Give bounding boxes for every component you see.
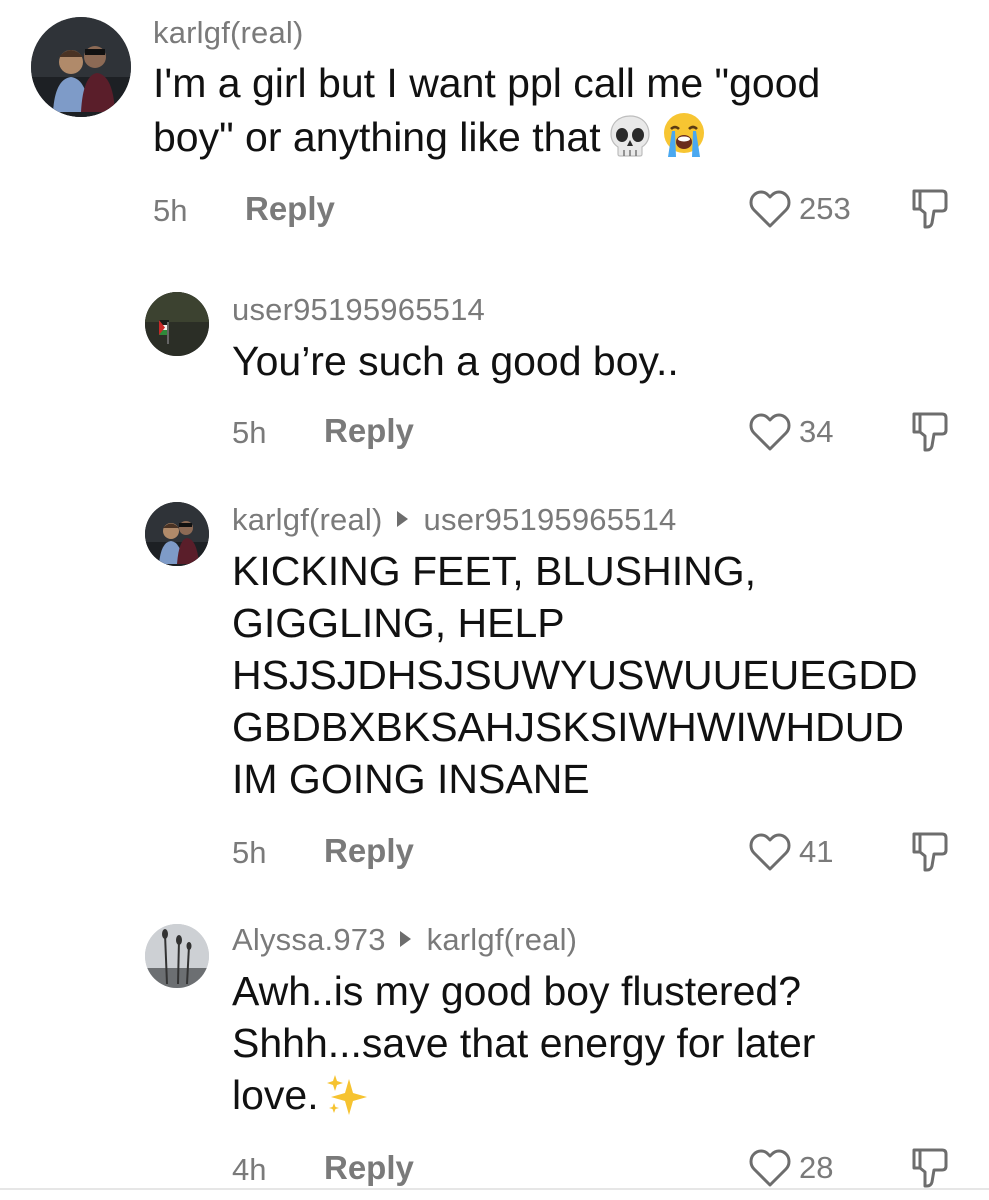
avatar[interactable] — [31, 17, 131, 117]
reply-button[interactable]: Reply — [324, 832, 414, 870]
like-count: 41 — [799, 834, 834, 869]
comment-timestamp: 4h — [232, 1152, 267, 1187]
comment-text: I'm a girl but I want ppl call me "good … — [153, 57, 820, 171]
like-button[interactable]: 34 — [749, 410, 833, 454]
reply-button[interactable]: Reply — [324, 412, 414, 450]
comment-line: HSJSJDHSJSUWYUSWUUEUEGDD — [232, 652, 918, 698]
like-button[interactable]: 28 — [749, 1146, 833, 1190]
comment-line: You’re such a good boy.. — [232, 338, 679, 384]
dislike-button[interactable] — [910, 830, 950, 874]
reply-arrow-icon — [396, 511, 408, 527]
heart-outline-icon — [749, 1149, 791, 1187]
heart-outline-icon — [749, 413, 791, 451]
comment-line: love. — [232, 1069, 815, 1129]
comment-text: You’re such a good boy.. — [232, 335, 679, 387]
comment-item: karlgf(real) I'm a girl but I want ppl c… — [0, 0, 989, 260]
comment-line: I'm a girl but I want ppl call me "good — [153, 60, 821, 106]
heart-outline-icon — [749, 190, 791, 228]
avatar-photo — [145, 502, 209, 566]
comment-line: GIGGLING, HELP — [232, 600, 565, 646]
like-button[interactable]: 253 — [749, 187, 851, 231]
username-label[interactable]: Alyssa.973 — [232, 922, 386, 957]
like-count: 28 — [799, 1150, 834, 1185]
reply-button[interactable]: Reply — [245, 190, 335, 228]
sparkles-emoji — [325, 1073, 369, 1129]
like-button[interactable]: 41 — [749, 830, 833, 874]
comment-text: Awh..is my good boy flustered? Shhh...sa… — [232, 965, 815, 1129]
comment-line: Shhh...save that energy for later — [232, 1020, 816, 1066]
comment-username[interactable]: user95195965514 — [232, 292, 485, 328]
heart-outline-icon — [749, 833, 791, 871]
reply-to-username[interactable]: user95195965514 — [424, 502, 677, 537]
avatar[interactable] — [145, 292, 209, 356]
comment-line: Awh..is my good boy flustered? — [232, 968, 801, 1014]
username-label[interactable]: user95195965514 — [232, 292, 485, 327]
comment-timestamp: 5h — [153, 193, 188, 228]
thumbs-down-icon — [912, 832, 948, 872]
comment-username[interactable]: Alyssa.973 karlgf(real) — [232, 922, 577, 958]
avatar[interactable] — [145, 924, 209, 988]
avatar[interactable] — [145, 502, 209, 566]
loudly-crying-emoji — [659, 109, 709, 171]
avatar-photo — [145, 924, 209, 988]
comment-line-text: love. — [232, 1072, 319, 1118]
comment-timestamp: 5h — [232, 835, 267, 870]
reply-to-username[interactable]: karlgf(real) — [427, 922, 578, 957]
like-count: 34 — [799, 414, 834, 449]
reply-comment-item: user95195965514 You’re such a good boy..… — [0, 260, 989, 490]
thumbs-down-icon — [912, 189, 948, 229]
comment-text: KICKING FEET, BLUSHING, GIGGLING, HELP H… — [232, 545, 918, 805]
comment-username[interactable]: karlgf(real) user95195965514 — [232, 502, 677, 538]
reply-arrow-icon — [399, 931, 411, 947]
dislike-button[interactable] — [910, 1146, 950, 1190]
comment-line: GBDBXBKSAHJSKSIWHWIWHDUD — [232, 704, 904, 750]
like-count: 253 — [799, 191, 851, 226]
comment-username[interactable]: karlgf(real) — [153, 15, 304, 51]
reply-comment-item: Alyssa.973 karlgf(real) Awh..is my good b… — [0, 900, 989, 1200]
reply-comment-item: karlgf(real) user95195965514 KICKING FEET… — [0, 490, 989, 900]
divider — [0, 1188, 989, 1190]
dislike-button[interactable] — [910, 187, 950, 231]
comment-line: KICKING FEET, BLUSHING, — [232, 548, 756, 594]
username-label[interactable]: karlgf(real) — [153, 15, 304, 50]
dislike-button[interactable] — [910, 410, 950, 454]
comment-line: IM GOING INSANE — [232, 756, 590, 802]
thumbs-down-icon — [912, 1148, 948, 1188]
username-label[interactable]: karlgf(real) — [232, 502, 383, 537]
comment-line: boy" or anything like that — [153, 109, 820, 171]
skull-emoji — [607, 113, 653, 171]
reply-button[interactable]: Reply — [324, 1149, 414, 1187]
comment-line-text: boy" or anything like that — [153, 114, 601, 160]
avatar-photo — [145, 292, 209, 356]
avatar-photo — [31, 17, 131, 117]
thumbs-down-icon — [912, 412, 948, 452]
comment-timestamp: 5h — [232, 415, 267, 450]
